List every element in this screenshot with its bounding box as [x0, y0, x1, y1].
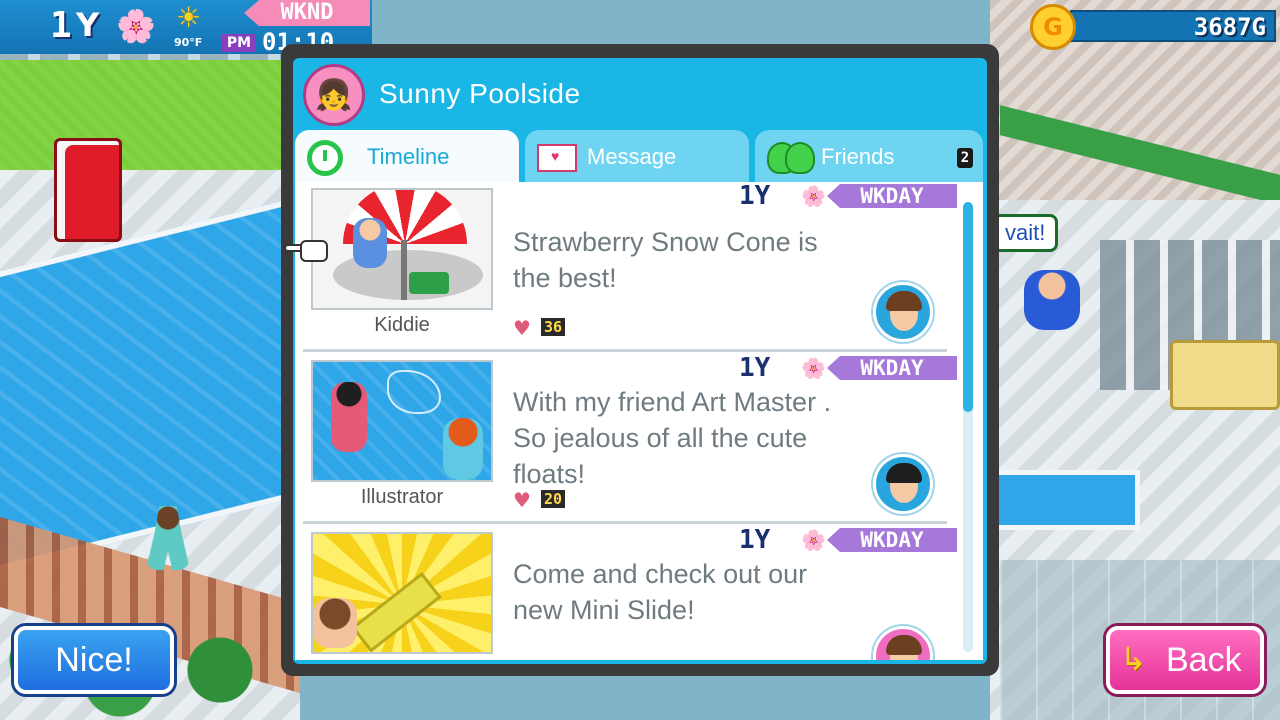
- tab-timeline-label: Timeline: [367, 144, 450, 169]
- pointing-hand-cursor-icon: [284, 236, 332, 266]
- hud-day-type: WKND: [244, 0, 370, 26]
- coin-icon: G: [1030, 4, 1076, 50]
- post-thumbnail: [311, 532, 493, 654]
- post-thumbnail: [311, 188, 493, 310]
- post-year: 1Y: [739, 525, 771, 555]
- heart-icon: ♥: [513, 316, 531, 340]
- post-divider: [303, 521, 947, 524]
- friends-count-badge: 2: [957, 148, 973, 168]
- mail-icon: [537, 140, 577, 174]
- tab-friends-label: Friends: [821, 144, 895, 169]
- dialog-title: Sunny Poolside: [379, 78, 581, 109]
- friends-icon: [767, 140, 815, 174]
- hud-ampm: PM: [222, 34, 256, 52]
- list-scrollbar[interactable]: [963, 202, 973, 652]
- poster-avatar: [873, 282, 933, 342]
- facility-avatar: 👧: [303, 64, 365, 126]
- post-thumbnail: [311, 360, 493, 482]
- post-day-type: WKDAY: [827, 356, 957, 380]
- vending-machine: [54, 138, 122, 242]
- blossom-icon: 🌸: [801, 184, 826, 208]
- dialog-body: 👧 Sunny Poolside Timeline Message Friend…: [293, 58, 987, 664]
- timeline-post[interactable]: 1Y 🌸 WKDAY Come and check out our new Mi…: [303, 526, 957, 660]
- blossom-icon: 🌸: [116, 7, 156, 45]
- post-text: With my friend Art Master . So jealous o…: [513, 387, 832, 489]
- timeline-post[interactable]: Kiddie 1Y 🌸 WKDAY Strawberry Snow Cone i…: [303, 182, 957, 352]
- post-day-type: WKDAY: [827, 184, 957, 208]
- clock-icon: [307, 140, 347, 176]
- likes-count: 20: [541, 490, 566, 508]
- background-right-pool: [990, 470, 1140, 530]
- sun-icon: ☀: [176, 1, 202, 34]
- timeline-post[interactable]: Illustrator 1Y 🌸 WKDAY With my friend Ar…: [303, 354, 957, 524]
- speech-bubble: vait!: [992, 214, 1059, 252]
- post-author: Illustrator: [360, 486, 444, 508]
- post-date: 1Y 🌸 WKDAY: [739, 354, 959, 382]
- money-value: 3687G: [1193, 13, 1266, 41]
- post-date: 1Y 🌸 WKDAY: [739, 182, 959, 210]
- hud-temperature: 90°F: [174, 36, 203, 49]
- post-author: Kiddie: [374, 314, 430, 336]
- wash-station: [1170, 340, 1280, 410]
- back-arrow-icon: ↳: [1120, 641, 1147, 677]
- timeline-list[interactable]: Kiddie 1Y 🌸 WKDAY Strawberry Snow Cone i…: [295, 182, 983, 660]
- tab-message-label: Message: [587, 144, 677, 169]
- post-day-type: WKDAY: [827, 528, 957, 552]
- likes-count: 36: [541, 318, 566, 336]
- tab-message[interactable]: Message: [525, 130, 749, 182]
- post-date: 1Y 🌸 WKDAY: [739, 526, 959, 554]
- scrollbar-thumb[interactable]: [963, 202, 973, 412]
- hud-year-unit: Y: [76, 6, 100, 44]
- nice-button[interactable]: Nice!: [14, 626, 174, 694]
- post-text: Come and check out our new Mini Slide!: [513, 559, 808, 625]
- post-year: 1Y: [739, 353, 771, 383]
- hud-year: 1: [50, 5, 72, 46]
- social-feed-dialog: 👧 Sunny Poolside Timeline Message Friend…: [281, 44, 999, 676]
- money-hud: 3687G G: [1030, 4, 1276, 50]
- post-divider: [303, 349, 947, 352]
- sunbather-character: [1024, 270, 1080, 330]
- post-year: 1Y: [739, 182, 771, 211]
- back-button-label: Back: [1166, 641, 1242, 679]
- back-button[interactable]: ↳ Back: [1106, 626, 1264, 694]
- slide-icon: [351, 571, 442, 652]
- post-text: Strawberry Snow Cone is the best!: [513, 227, 818, 293]
- blossom-icon: 🌸: [801, 528, 826, 552]
- blossom-icon: 🌸: [801, 356, 826, 380]
- poster-avatar: [873, 626, 933, 660]
- heart-icon: ♥: [513, 488, 531, 512]
- tab-timeline[interactable]: Timeline: [295, 130, 519, 182]
- money-bar: 3687G: [1070, 10, 1276, 42]
- tab-friends[interactable]: Friends 2: [755, 130, 983, 182]
- poster-avatar: [873, 454, 933, 514]
